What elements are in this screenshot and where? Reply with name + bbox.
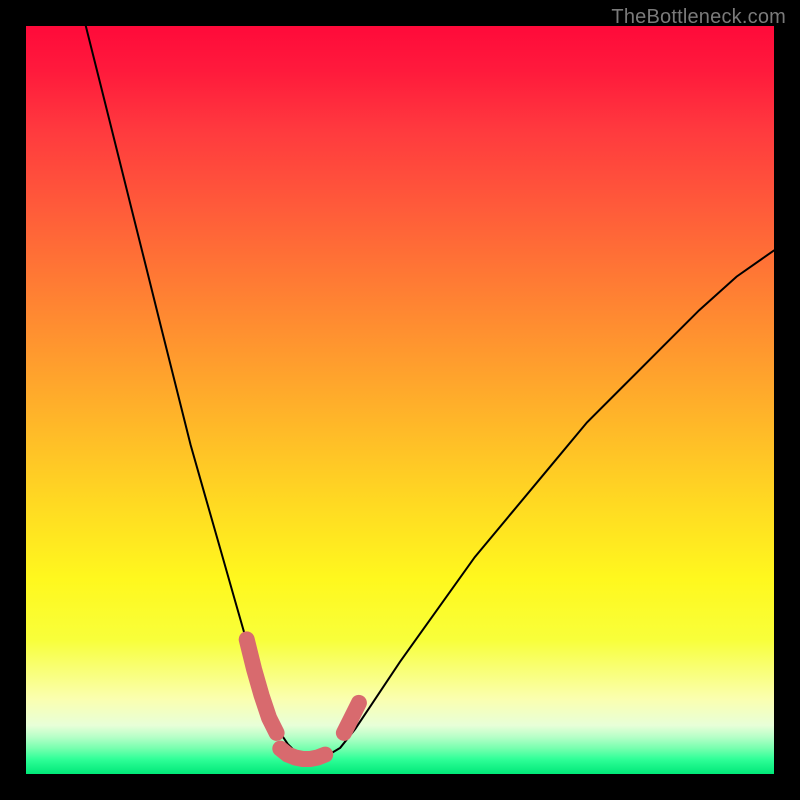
highlight-left bbox=[247, 639, 277, 733]
watermark-text: TheBottleneck.com bbox=[611, 6, 786, 29]
bottleneck-curve bbox=[86, 26, 774, 759]
bottleneck-plot bbox=[26, 26, 774, 774]
chart-area bbox=[26, 26, 774, 774]
highlight-bottom bbox=[280, 749, 325, 759]
